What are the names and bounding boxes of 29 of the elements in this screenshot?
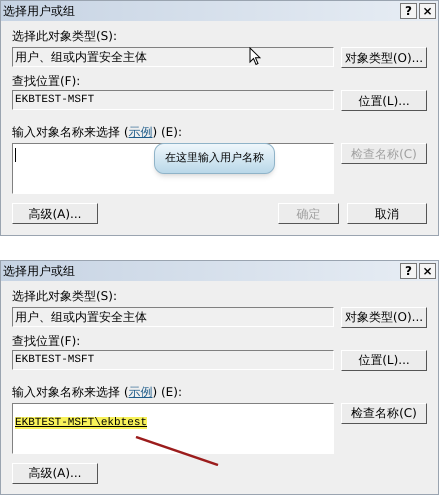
dialog-button[interactable]: 对象类型(O)... <box>341 306 427 328</box>
names-input-field[interactable]: EKBTEST-MSFT\ekbtest <box>12 402 334 454</box>
dialog-button[interactable]: 高级(A)... <box>12 462 98 484</box>
object-type-field: 用户、组或内置安全主体 <box>12 47 334 67</box>
field-label: 查找位置(F): <box>12 332 82 348</box>
dialog-button[interactable]: 高级(A)... <box>12 203 98 224</box>
field-label: 查找位置(F): <box>12 73 82 88</box>
location-field: EKBTEST-MSFT <box>12 350 334 370</box>
dialog-button[interactable]: 检查名称(C) <box>341 402 427 424</box>
field-label: 选择此对象类型(S): <box>12 288 118 302</box>
example-link[interactable]: 示例 <box>128 125 152 139</box>
field-label: 输入对象名称来选择 (示例) (E): <box>12 384 183 398</box>
example-link[interactable]: 示例 <box>128 384 152 398</box>
location-field: EKBTEST-MSFT <box>12 90 334 110</box>
dialog-button[interactable]: 位置(L)... <box>341 350 427 370</box>
dialog-button[interactable]: 取消 <box>347 203 427 224</box>
balloon-tooltip: 在这里输入用户名称 <box>154 143 275 174</box>
window-title: 选择用户或组 <box>3 262 75 280</box>
field-label: 输入对象名称来选择 (示例) (E): <box>12 124 183 139</box>
close-button[interactable]: × <box>419 3 436 19</box>
dialog-button[interactable]: 对象类型(O)... <box>341 47 427 68</box>
field-label: 选择此对象类型(S): <box>12 28 118 43</box>
typed-name: EKBTEST-MSFT\ekbtest <box>15 416 148 428</box>
object-type-field: 用户、组或内置安全主体 <box>12 306 334 326</box>
dialog-button[interactable]: 位置(L)... <box>341 90 427 111</box>
help-button[interactable]: ? <box>400 3 417 19</box>
window-title: 选择用户或组 <box>3 3 75 20</box>
help-button[interactable]: ? <box>400 262 417 278</box>
close-button[interactable]: × <box>419 262 436 278</box>
